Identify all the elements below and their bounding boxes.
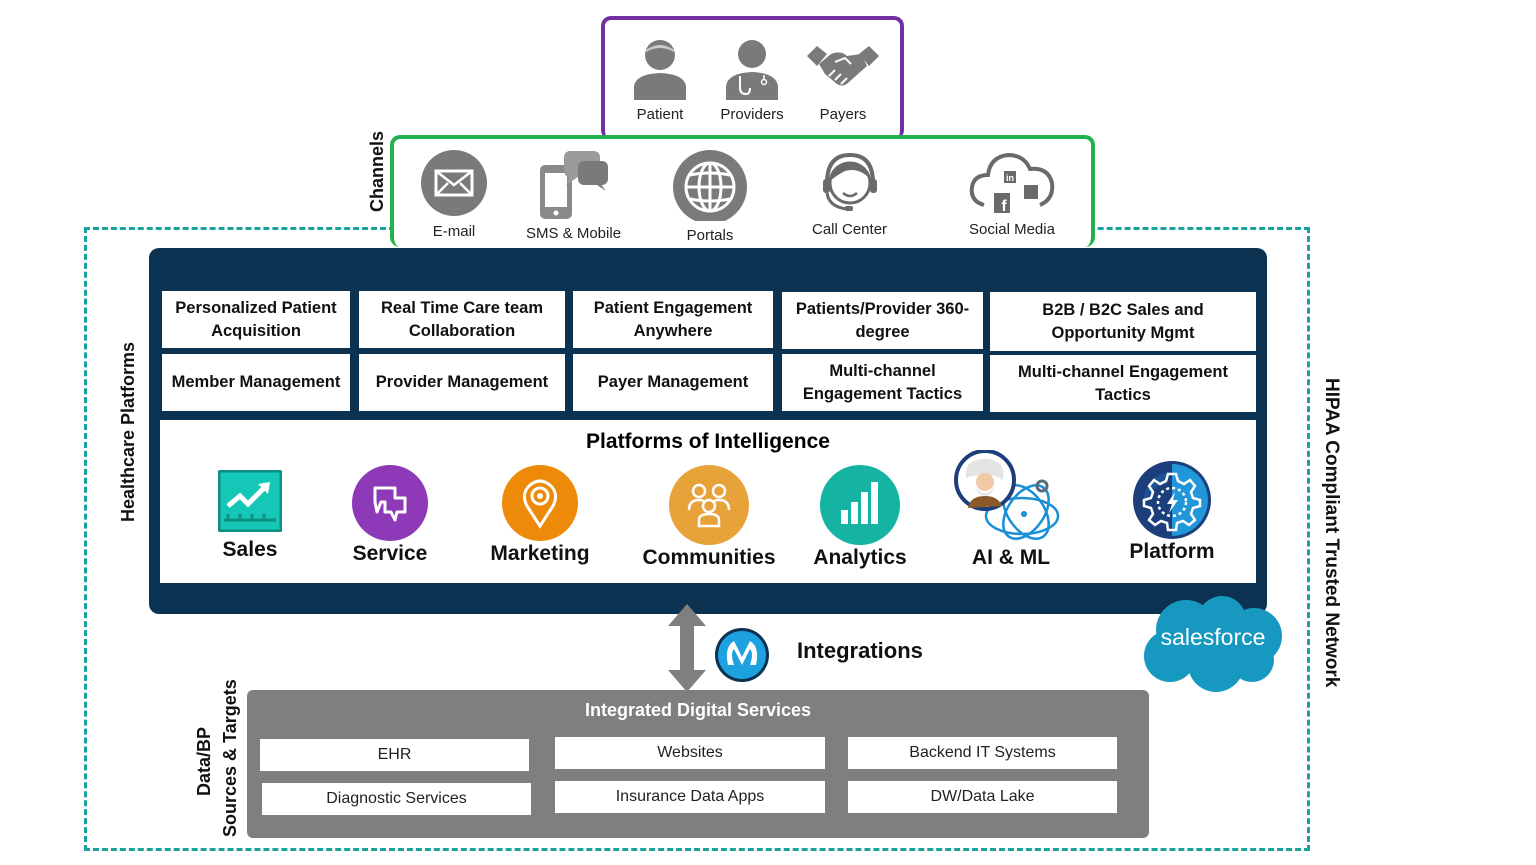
data-bp-label: Data/BP xyxy=(194,726,214,796)
capability-cell: Member Management xyxy=(162,354,350,411)
tile-label: Marketing xyxy=(490,542,590,565)
tile-label: Sales xyxy=(222,538,278,561)
channel-portals: Portals xyxy=(672,149,748,244)
hipaa-network-label: HIPAA Compliant Trusted Network xyxy=(1321,378,1342,688)
stakeholder-label: Payers xyxy=(819,106,867,123)
tile-platform: Platform xyxy=(1120,460,1224,564)
social-cloud-icon: in f xyxy=(969,152,1055,215)
tile-communities: Communities xyxy=(636,464,782,570)
tile-label: Communities xyxy=(642,546,776,569)
tile-marketing: Marketing xyxy=(480,464,600,566)
stakeholders-box: Patient Providers Payers xyxy=(601,16,904,140)
sales-chart-icon xyxy=(218,470,282,532)
tile-analytics: Analytics xyxy=(800,464,920,570)
capability-cell: Patients/Provider 360-degree xyxy=(782,292,983,349)
envelope-icon xyxy=(421,150,487,216)
channel-sms-mobile: SMS & Mobile xyxy=(526,149,621,242)
mulesoft-icon xyxy=(715,628,769,682)
channel-call-center: Call Center xyxy=(812,149,887,238)
channel-label: E-mail xyxy=(432,223,476,240)
platforms-of-intelligence-box: Platforms of Intelligence Sales Service xyxy=(160,420,1256,583)
stakeholder-patient: Patient xyxy=(615,38,705,123)
channels-label: Channels xyxy=(367,130,387,212)
patient-icon xyxy=(634,40,686,100)
integrated-digital-services-panel: Integrated Digital Services EHR Websites… xyxy=(247,690,1149,838)
capability-cell: Real Time Care team Collaboration xyxy=(359,291,565,348)
capability-cell: Provider Management xyxy=(359,354,565,411)
integrated-digital-services-title: Integrated Digital Services xyxy=(584,700,812,720)
integrations-label: Integrations xyxy=(797,638,923,663)
service-ehr: EHR xyxy=(260,739,529,771)
mobile-chat-icon xyxy=(539,151,608,219)
service-dw-data-lake: DW/Data Lake xyxy=(848,781,1117,813)
globe-icon xyxy=(673,150,747,221)
stakeholder-payers: Payers xyxy=(798,38,888,123)
service-backend-it: Backend IT Systems xyxy=(848,737,1117,769)
people-group-icon xyxy=(669,465,749,545)
channel-label: Call Center xyxy=(812,221,888,238)
capability-cell: Personalized Patient Acquisition xyxy=(162,291,350,348)
tile-label: AI & ML xyxy=(971,546,1051,569)
gear-lightning-icon xyxy=(1133,461,1211,539)
channel-label: SMS & Mobile xyxy=(526,225,622,242)
svg-text:f: f xyxy=(1001,198,1007,215)
capability-cell: Patient Engagement Anywhere xyxy=(573,291,773,348)
chat-bubbles-icon xyxy=(352,465,428,541)
tile-ai-ml: AI & ML xyxy=(946,450,1076,570)
channel-label: Social Media xyxy=(969,221,1055,238)
bidirectional-arrow-icon xyxy=(668,604,706,692)
stakeholder-label: Patient xyxy=(636,106,684,123)
tile-service: Service xyxy=(340,464,440,566)
capability-cell: Multi-channel Engagement Tactics xyxy=(782,354,983,411)
channel-label: Portals xyxy=(686,227,734,244)
tile-label: Platform xyxy=(1129,540,1215,563)
bar-chart-icon xyxy=(820,465,900,545)
healthcare-platforms-label: Healthcare Platforms xyxy=(118,341,138,522)
headset-icon xyxy=(822,152,877,211)
service-diagnostic: Diagnostic Services xyxy=(262,783,531,815)
capability-cell: Payer Management xyxy=(573,354,773,411)
einstein-ai-icon xyxy=(954,450,1060,540)
service-websites: Websites xyxy=(555,737,825,769)
service-insurance-data: Insurance Data Apps xyxy=(555,781,825,813)
tile-sales: Sales xyxy=(200,470,300,562)
stakeholder-label: Providers xyxy=(720,106,784,123)
capability-cell: B2B / B2C Sales and Opportunity Mgmt xyxy=(990,292,1256,351)
sources-targets-label: Sources & Targets xyxy=(220,679,240,837)
svg-text:in: in xyxy=(1006,173,1014,183)
healthcare-platforms-panel: Personalized Patient Acquisition Real Ti… xyxy=(149,248,1267,614)
stakeholder-providers: Providers xyxy=(707,38,797,123)
salesforce-wordmark: salesforce xyxy=(1160,624,1266,650)
doctor-icon xyxy=(726,40,778,100)
capability-cell: Multi-channel Engagement Tactics xyxy=(990,355,1256,412)
channels-box: E-mail SMS & Mobile Portals Call Center … xyxy=(390,135,1095,247)
channel-social-media: in f Social Media xyxy=(968,149,1056,238)
tile-label: Service xyxy=(352,542,428,565)
tile-label: Analytics xyxy=(813,546,907,569)
platforms-of-intelligence-title: Platforms of Intelligence xyxy=(586,430,830,453)
handshake-icon xyxy=(807,46,879,86)
channel-email: E-mail xyxy=(420,149,488,240)
location-pin-icon xyxy=(502,465,578,541)
